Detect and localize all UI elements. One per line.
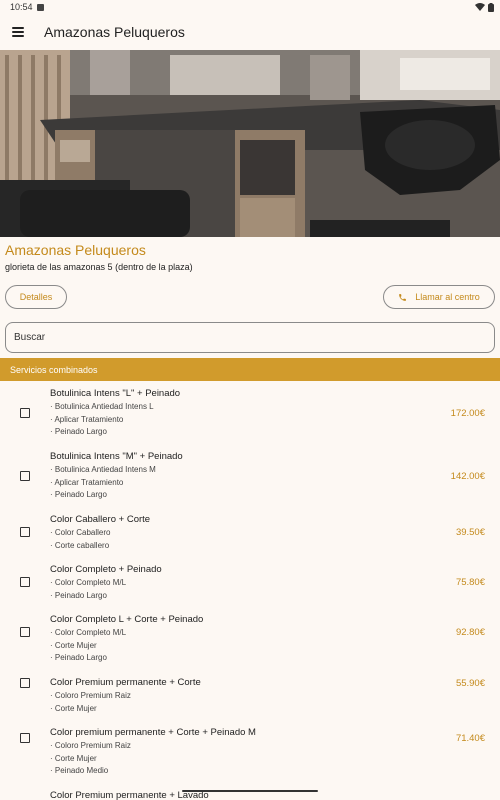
service-checkbox[interactable]: [20, 527, 30, 537]
clock: 10:54: [10, 2, 33, 12]
service-checkbox[interactable]: [20, 408, 30, 418]
service-component: · Color Caballero: [50, 528, 111, 537]
service-item: Color premium permanente + Corte + Peina…: [0, 720, 500, 783]
services-list: Botulinica Intens "L" + Peinado · Botuli…: [0, 381, 500, 800]
service-component: · Botulinica Antiedad Intens L: [50, 402, 154, 411]
service-component: · Botulinica Antiedad Intens M: [50, 465, 156, 474]
call-button-label: Llamar al centro: [415, 292, 480, 302]
service-checkbox[interactable]: [20, 678, 30, 688]
service-checkbox[interactable]: [20, 733, 30, 743]
wifi-icon: [475, 3, 485, 11]
service-item: Color Completo L + Corte + Peinado · Col…: [0, 607, 500, 670]
gesture-nav-bar[interactable]: [182, 790, 318, 792]
service-price: 71.40€: [455, 733, 485, 744]
service-name: Color premium permanente + Corte + Peina…: [50, 727, 256, 738]
section-title: Servicios combinados: [10, 364, 98, 375]
app-title: Amazonas Peluqueros: [44, 24, 185, 40]
salon-photo: [0, 50, 500, 237]
phone-icon: [399, 293, 407, 301]
salon-address: glorieta de las amazonas 5 (dentro de la…: [5, 262, 193, 272]
service-component: · Color Completo M/L: [50, 628, 127, 637]
service-component: · Coloro Premium Raiz: [50, 691, 131, 700]
service-price: 55.90€: [455, 678, 485, 689]
service-name: Color Completo L + Corte + Peinado: [50, 614, 204, 625]
service-checkbox[interactable]: [20, 471, 30, 481]
service-item: Botulinica Intens "L" + Peinado · Botuli…: [0, 381, 500, 444]
service-item: Color Premium permanente + Corte · Color…: [0, 670, 500, 720]
menu-icon[interactable]: [12, 27, 24, 37]
service-price: 142.00€: [450, 471, 485, 482]
status-bar: 10:54: [0, 0, 500, 14]
service-checkbox[interactable]: [20, 627, 30, 637]
service-component: · Peinado Largo: [50, 590, 107, 600]
service-component: · Peinado Largo: [50, 490, 107, 499]
service-component: · Aplicar Tratamiento: [50, 477, 124, 487]
service-component: · Corte Mujer: [50, 703, 97, 713]
service-price: 39.50€: [455, 527, 485, 538]
service-component: · Peinado Largo: [50, 653, 107, 662]
details-button-label: Detalles: [19, 292, 53, 302]
service-name: Color Completo + Peinado: [50, 564, 162, 575]
service-checkbox[interactable]: [20, 577, 30, 587]
battery-icon: [488, 2, 494, 12]
service-component: · Corte Mujer: [50, 753, 97, 763]
service-component: · Peinado Medio: [50, 766, 109, 775]
salon-name: Amazonas Peluqueros: [5, 242, 146, 258]
service-price: 75.80€: [455, 577, 485, 588]
search-input[interactable]: [5, 322, 495, 353]
call-button[interactable]: Llamar al centro: [383, 285, 495, 309]
service-component: · Corte Mujer: [50, 640, 97, 650]
section-header: Servicios combinados: [0, 358, 500, 381]
service-item: Botulinica Intens "M" + Peinado · Botuli…: [0, 444, 500, 507]
service-name: Color Premium permanente + Corte: [50, 677, 201, 688]
service-name: Color Caballero + Corte: [50, 514, 151, 525]
service-price: 92.80€: [455, 627, 485, 638]
service-component: · Coloro Premium Raiz: [50, 741, 131, 750]
notification-icon: [36, 3, 44, 11]
service-name: Botulinica Intens "M" + Peinado: [50, 451, 183, 462]
service-name: Botulinica Intens "L" + Peinado: [50, 388, 181, 399]
app-bar: Amazonas Peluqueros: [0, 14, 500, 50]
service-component: · Aplicar Tratamiento: [50, 414, 124, 424]
service-component: · Peinado Largo: [50, 427, 107, 436]
details-button[interactable]: Detalles: [5, 285, 67, 309]
service-item: Color Caballero + Corte · Color Caballer…: [0, 507, 500, 557]
service-price: 172.00€: [450, 408, 485, 419]
service-component: · Color Completo M/L: [50, 578, 127, 587]
service-item: Color Completo + Peinado · Color Complet…: [0, 557, 500, 607]
service-component: · Corte caballero: [50, 540, 110, 550]
